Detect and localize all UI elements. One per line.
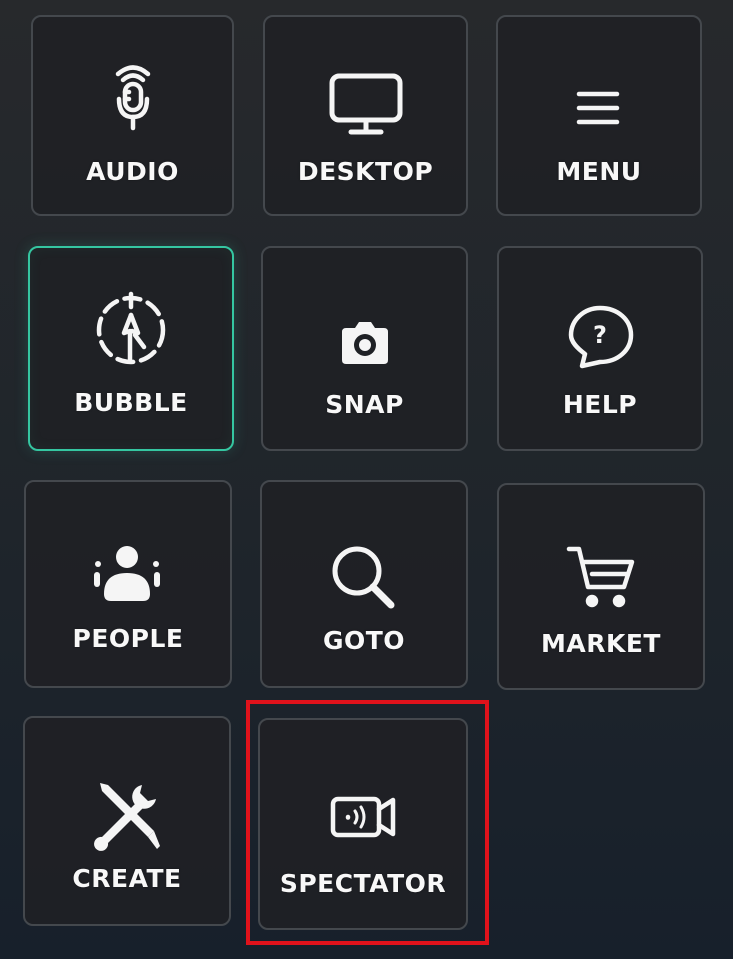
svg-text:?: ? <box>593 321 607 349</box>
create-label: CREATE <box>72 864 182 893</box>
create-button[interactable]: CREATE <box>23 716 231 926</box>
microphone-icon <box>88 51 178 141</box>
snap-button[interactable]: SNAP <box>261 246 468 451</box>
audio-button[interactable]: AUDIO <box>31 15 234 216</box>
bubble-button[interactable]: BUBBLE <box>28 246 234 451</box>
people-icon <box>83 535 173 625</box>
goto-button[interactable]: GOTO <box>260 480 468 688</box>
cart-icon <box>556 533 646 623</box>
create-tools-icon <box>82 771 172 861</box>
bubble-label: BUBBLE <box>74 388 188 417</box>
spectator-label: SPECTATOR <box>279 869 447 898</box>
menu-button[interactable]: MENU <box>496 15 702 216</box>
snap-label: SNAP <box>325 390 404 419</box>
people-label: PEOPLE <box>72 624 184 653</box>
shortcut-grid: AUDIO DESKTOP MENU BUBBLE SNAP ? HELP PE… <box>0 0 733 959</box>
camera-icon <box>320 298 410 388</box>
audio-label: AUDIO <box>86 157 179 186</box>
monitor-icon <box>321 49 411 139</box>
help-button[interactable]: ? HELP <box>497 246 703 451</box>
goto-label: GOTO <box>322 626 406 655</box>
people-button[interactable]: PEOPLE <box>24 480 232 688</box>
spectator-button[interactable]: SPECTATOR <box>258 718 468 930</box>
hamburger-menu-icon <box>554 61 644 151</box>
desktop-label: DESKTOP <box>297 157 434 186</box>
help-icon: ? <box>555 290 645 380</box>
market-label: MARKET <box>541 629 661 658</box>
bubble-icon <box>86 285 176 375</box>
market-button[interactable]: MARKET <box>497 483 705 690</box>
search-icon <box>319 534 409 624</box>
menu-label: MENU <box>556 157 642 186</box>
spectator-camera-icon <box>318 773 408 863</box>
help-label: HELP <box>562 390 638 419</box>
desktop-button[interactable]: DESKTOP <box>263 15 468 216</box>
